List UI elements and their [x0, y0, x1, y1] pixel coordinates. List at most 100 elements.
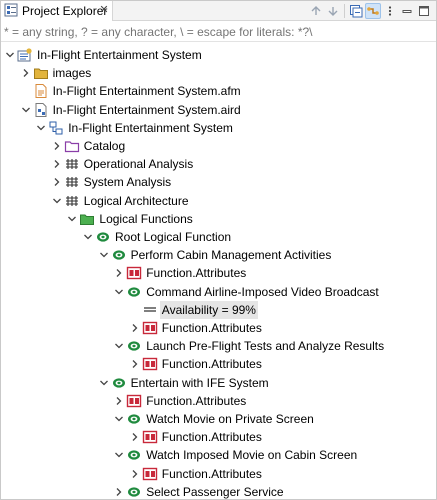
- chevron-down-icon[interactable]: [34, 121, 48, 135]
- tree-item-label: Availability = 99%: [159, 300, 258, 319]
- project-tree: In-Flight Entertainment System images In-F…: [1, 43, 436, 499]
- tree-item-label: System Analysis: [83, 175, 172, 190]
- tree-item-label: Root Logical Function: [115, 230, 232, 244]
- function-icon: [126, 447, 142, 463]
- tree-row[interactable]: Entertain with IFE System: [1, 374, 436, 392]
- tree-row[interactable]: Watch Movie on Private Screen: [1, 410, 436, 428]
- attributes-icon: [142, 466, 158, 482]
- chevron-right-icon[interactable]: [128, 467, 142, 481]
- chevron-right-icon[interactable]: [112, 394, 126, 408]
- folder-icon: [33, 65, 49, 81]
- chevron-down-icon[interactable]: [19, 103, 33, 117]
- tree-item-label: Command Airline-Imposed Video Broadcast: [146, 284, 379, 299]
- tree-row[interactable]: Launch Pre-Flight Tests and Analyze Resu…: [1, 337, 436, 355]
- tree-row[interactable]: In-Flight Entertainment System.aird: [1, 101, 436, 119]
- chevron-right-icon[interactable]: [50, 139, 64, 153]
- tree-item-label: Watch Imposed Movie on Cabin Screen: [146, 448, 358, 463]
- project-icon: [17, 47, 33, 63]
- tree-item-label: Logical Functions: [99, 211, 193, 226]
- tree-row[interactable]: System Analysis: [1, 173, 436, 191]
- tree-row[interactable]: Operational Analysis: [1, 155, 436, 173]
- tree-item-label: images: [52, 66, 92, 81]
- tree-row[interactable]: In-Flight Entertainment System.afm: [1, 82, 436, 100]
- chevron-down-icon[interactable]: [97, 376, 111, 390]
- tree-item-label: In-Flight Entertainment System: [68, 120, 233, 135]
- tab-project-explorer[interactable]: Project Explorer ✕: [1, 1, 113, 21]
- link-with-editor-icon[interactable]: [365, 3, 381, 19]
- chevron-down-icon[interactable]: [112, 339, 126, 353]
- tree-row[interactable]: Function.Attributes: [1, 319, 436, 337]
- tree-row[interactable]: Function.Attributes: [1, 428, 436, 446]
- collapse-all-icon[interactable]: [348, 3, 364, 19]
- tree-row[interactable]: Command Airline-Imposed Video Broadcast: [1, 283, 436, 301]
- afm-file-icon: [33, 83, 49, 99]
- tree-item-label: Function.Attributes: [146, 266, 247, 281]
- aird-file-icon: [33, 102, 49, 118]
- project-explorer-icon: [4, 3, 18, 20]
- function-icon: [111, 375, 127, 391]
- chevron-right-icon[interactable]: [112, 266, 126, 280]
- chevron-down-icon[interactable]: [65, 212, 79, 226]
- close-icon[interactable]: ✕: [97, 3, 111, 17]
- chevron-right-icon[interactable]: [128, 321, 142, 335]
- tree-item-label: Function.Attributes: [161, 430, 262, 445]
- function-icon: [111, 247, 127, 263]
- tree-row[interactable]: Function.Attributes: [1, 392, 436, 410]
- chevron-right-icon[interactable]: [19, 66, 33, 80]
- tree-row[interactable]: Catalog: [1, 137, 436, 155]
- tree-item-label: In-Flight Entertainment System.afm: [52, 84, 241, 99]
- model-icon: [48, 120, 64, 136]
- attributes-icon: [142, 356, 158, 372]
- tree-item-label: Watch Movie on Private Screen: [146, 412, 314, 426]
- view-tab-bar: Project Explorer ✕: [1, 1, 436, 21]
- tree-row[interactable]: Availability = 99%: [1, 300, 436, 319]
- function-icon: [126, 284, 142, 300]
- tree-row[interactable]: images: [1, 64, 436, 82]
- chevron-right-icon[interactable]: [50, 157, 64, 171]
- chevron-down-icon[interactable]: [97, 248, 111, 262]
- tree-row[interactable]: Function.Attributes: [1, 264, 436, 282]
- chevron-right-icon[interactable]: [128, 430, 142, 444]
- tree-row[interactable]: Function.Attributes: [1, 355, 436, 373]
- tree-row[interactable]: In-Flight Entertainment System: [1, 46, 436, 64]
- tree-row[interactable]: Perform Cabin Management Activities: [1, 246, 436, 264]
- project-explorer-view: Project Explorer ✕ * = any string, ? = a…: [0, 0, 437, 500]
- chevron-down-icon[interactable]: [112, 285, 126, 299]
- tree-row[interactable]: Logical Functions: [1, 210, 436, 228]
- attributes-icon: [126, 393, 142, 409]
- package-icon: [64, 174, 80, 190]
- view-menu-icon[interactable]: [382, 3, 398, 19]
- filter-input[interactable]: [4, 24, 432, 39]
- function-icon: [126, 338, 142, 354]
- toolbar-separator: [344, 4, 345, 18]
- tree-row[interactable]: Select Passenger Service: [1, 483, 436, 499]
- tree-item-label: Launch Pre-Flight Tests and Analyze Resu…: [146, 339, 385, 354]
- chevron-right-icon[interactable]: [50, 175, 64, 189]
- tree-item-label: Function.Attributes: [161, 321, 262, 335]
- property-icon: [142, 302, 158, 318]
- tree-row[interactable]: Root Logical Function: [1, 228, 436, 246]
- tree-item-label: Function.Attributes: [161, 357, 262, 372]
- back-icon[interactable]: [308, 3, 324, 19]
- chevron-down-icon[interactable]: [3, 48, 17, 62]
- chevron-down-icon[interactable]: [112, 448, 126, 462]
- chevron-right-icon[interactable]: [112, 485, 126, 499]
- chevron-down-icon[interactable]: [81, 230, 95, 244]
- tree-row[interactable]: Logical Architecture: [1, 192, 436, 210]
- tree-item-label: In-Flight Entertainment System.aird: [52, 102, 241, 117]
- view-toolbar: [308, 2, 432, 20]
- filter-bar: [1, 22, 436, 42]
- tree-item-label: Function.Attributes: [146, 393, 247, 408]
- chevron-right-icon[interactable]: [128, 357, 142, 371]
- minimize-icon[interactable]: [399, 3, 415, 19]
- forward-icon[interactable]: [325, 3, 341, 19]
- chevron-down-icon[interactable]: [112, 412, 126, 426]
- function-folder-icon: [79, 211, 95, 227]
- maximize-icon[interactable]: [416, 3, 432, 19]
- tree-row[interactable]: Function.Attributes: [1, 465, 436, 483]
- tree-row[interactable]: In-Flight Entertainment System: [1, 119, 436, 137]
- chevron-down-icon[interactable]: [50, 194, 64, 208]
- tree-item-label: Function.Attributes: [161, 466, 262, 481]
- tree-row[interactable]: Watch Imposed Movie on Cabin Screen: [1, 446, 436, 464]
- package-icon: [64, 156, 80, 172]
